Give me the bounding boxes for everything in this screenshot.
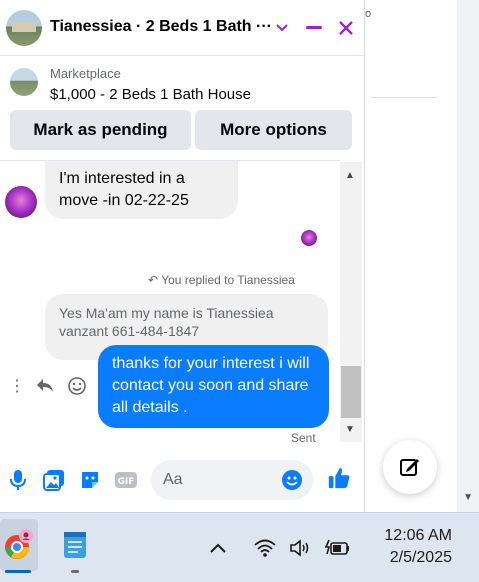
background-text-fragment: o (365, 8, 372, 20)
scroll-up-arrow-icon[interactable]: ▲ (345, 170, 355, 181)
svg-text:GIF: GIF (118, 477, 135, 487)
listing-thumbnail (10, 68, 38, 96)
new-message-button[interactable] (383, 440, 437, 494)
sticker-icon[interactable] (78, 468, 102, 492)
emoji-icon[interactable] (281, 469, 303, 496)
gif-icon[interactable]: GIF (114, 468, 138, 492)
notepad-icon[interactable] (55, 519, 95, 573)
photo-icon[interactable] (42, 468, 66, 492)
message-scrollbar[interactable]: ▲ ▼ (340, 162, 362, 442)
react-emoji-icon[interactable] (67, 376, 87, 401)
message-input-placeholder: Aa (163, 471, 183, 488)
background-scroll-gutter (457, 0, 479, 512)
sender-avatar[interactable] (5, 186, 37, 218)
clock-date: 2/5/2025 (389, 549, 452, 566)
reply-arrow-icon: ↶ (148, 273, 159, 287)
chevron-down-icon[interactable] (268, 14, 296, 42)
speaker-icon[interactable] (287, 535, 313, 561)
background-divider (371, 97, 437, 98)
active-app-indicator (5, 570, 31, 573)
marketplace-label: Marketplace (50, 66, 121, 81)
chat-avatar[interactable] (6, 10, 42, 46)
wifi-icon[interactable] (252, 535, 278, 561)
system-clock[interactable]: 12:06 AM 2/5/2025 (384, 525, 452, 569)
mark-as-pending-button[interactable]: Mark as pending (10, 110, 191, 150)
minimize-icon[interactable] (300, 14, 328, 42)
reply-indicator-label: You replied to Tianessiea (161, 273, 295, 287)
like-thumb-icon[interactable] (327, 466, 351, 490)
sent-status: Sent (291, 431, 316, 445)
scroll-down-arrow-icon[interactable]: ▼ (463, 492, 473, 503)
clock-time: 12:06 AM (384, 527, 452, 544)
listing-bar[interactable]: Marketplace $1,000 - 2 Beds 1 Bath House (0, 56, 365, 110)
chat-title[interactable]: Tianessiea · 2 Beds 1 Bath ··· (50, 18, 272, 36)
message-input[interactable]: Aa (151, 460, 313, 500)
message-list[interactable]: I'm interested in a move -in 02-22-25 Ye… (0, 160, 340, 444)
message-bubble-outgoing[interactable]: thanks for your interest i will contact … (98, 345, 329, 428)
more-actions-icon[interactable]: ⋮ (9, 376, 25, 396)
microphone-icon[interactable] (6, 468, 30, 492)
battery-charging-icon[interactable] (325, 535, 351, 561)
chrome-profile-icon[interactable] (0, 519, 38, 573)
scrollbar-thumb[interactable] (341, 366, 361, 418)
running-app-indicator (71, 570, 79, 573)
message-bubble-incoming[interactable]: I'm interested in a move -in 02-22-25 (45, 161, 238, 219)
compose-icon (400, 459, 419, 476)
reply-icon[interactable] (35, 376, 55, 399)
chevron-up-icon[interactable] (205, 535, 231, 561)
background-page: o ▼ (365, 0, 479, 512)
scroll-down-arrow-icon[interactable]: ▼ (345, 424, 355, 435)
taskbar: 12:06 AM 2/5/2025 (0, 512, 479, 582)
listing-title: $1,000 - 2 Beds 1 Bath House (50, 86, 251, 103)
composer: GIF Aa (0, 456, 365, 504)
chat-header[interactable]: Tianessiea · 2 Beds 1 Bath ··· (0, 0, 365, 56)
more-options-button[interactable]: More options (195, 110, 352, 150)
close-icon[interactable] (332, 14, 360, 42)
seen-receipt-avatar (301, 230, 317, 246)
chat-window: Tianessiea · 2 Beds 1 Bath ··· Marketpla… (0, 0, 365, 512)
reply-indicator: ↶ You replied to Tianessiea (148, 273, 295, 287)
